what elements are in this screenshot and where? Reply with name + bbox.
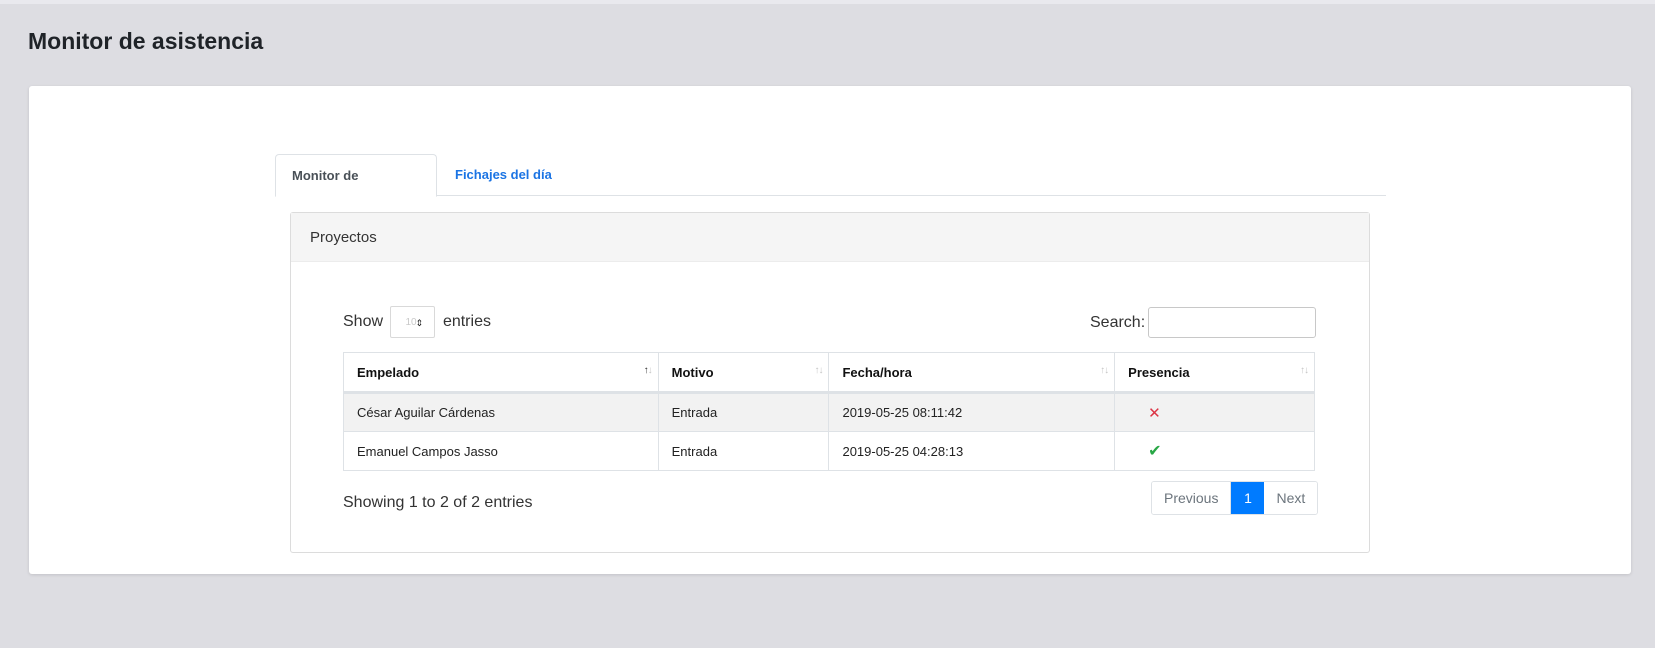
column-header-motivo[interactable]: Motivo ↑↓ <box>657 352 830 394</box>
tab-monitor-de-asistencia[interactable]: Monitor de asistencia <box>275 154 437 225</box>
length-control: Show 10 ⇕ entries <box>343 306 491 338</box>
cell-motivo: Entrada <box>657 431 830 471</box>
cell-empleado: Emanuel Campos Jasso <box>343 431 659 471</box>
table-info: Showing 1 to 2 of 2 entries <box>343 494 533 511</box>
sort-icon: ↑↓ <box>1100 365 1109 376</box>
column-label: Presencia <box>1128 364 1190 380</box>
column-label: Motivo <box>671 364 714 380</box>
sort-icon: ↑↓ <box>1300 365 1309 376</box>
search-input[interactable] <box>1148 307 1316 338</box>
show-label: Show <box>343 313 384 330</box>
x-icon: ✕ <box>1148 404 1161 422</box>
table-row[interactable]: Emanuel Campos Jasso Entrada 2019-05-25 … <box>343 431 1315 471</box>
pagination: Previous 1 Next <box>1151 481 1319 515</box>
tab-bar: Monitor de asistencia Fichajes del día <box>275 154 1386 225</box>
cell-fecha: 2019-05-25 04:28:13 <box>828 431 1116 471</box>
sort-icon: ↑↓ <box>814 365 823 376</box>
sort-asc-icon: ↑↓ <box>643 365 653 376</box>
column-label: Empelado <box>357 364 420 380</box>
column-label: Fecha/hora <box>842 364 912 380</box>
column-header-presencia[interactable]: Presencia ↑↓ <box>1114 352 1315 394</box>
table-row[interactable]: César Aguilar Cárdenas Entrada 2019-05-2… <box>343 392 1315 432</box>
page-1-button[interactable]: 1 <box>1231 482 1265 514</box>
column-header-fecha-hora[interactable]: Fecha/hora ↑↓ <box>828 352 1116 394</box>
cell-fecha: 2019-05-25 08:11:42 <box>828 392 1116 432</box>
cell-motivo: Entrada <box>657 392 830 432</box>
table-header-row: Empelado ↑↓ Motivo ↑↓ Fecha/hora ↑↓ Pres… <box>343 352 1315 394</box>
panel-heading: Proyectos <box>291 213 1369 262</box>
previous-button[interactable]: Previous <box>1152 482 1232 514</box>
next-button[interactable]: Next <box>1264 482 1318 514</box>
cell-presencia: ✕ <box>1114 392 1315 432</box>
select-arrows-icon: ⇕ <box>415 318 424 328</box>
column-header-empelado[interactable]: Empelado ↑↓ <box>343 352 659 394</box>
search-label: Search: <box>1090 314 1146 331</box>
attendance-table: Empelado ↑↓ Motivo ↑↓ Fecha/hora ↑↓ Pres… <box>343 352 1315 471</box>
page-title: Monitor de asistencia <box>28 28 264 54</box>
cell-empleado: César Aguilar Cárdenas <box>343 392 659 432</box>
top-border <box>0 0 1655 4</box>
check-icon: ✔ <box>1148 443 1162 460</box>
entries-label: entries <box>442 313 491 330</box>
tab-fichajes-del-dia[interactable]: Fichajes del día <box>439 154 568 196</box>
cell-presencia: ✔ <box>1114 431 1315 471</box>
entries-select[interactable]: 10 ⇕ <box>390 306 436 338</box>
